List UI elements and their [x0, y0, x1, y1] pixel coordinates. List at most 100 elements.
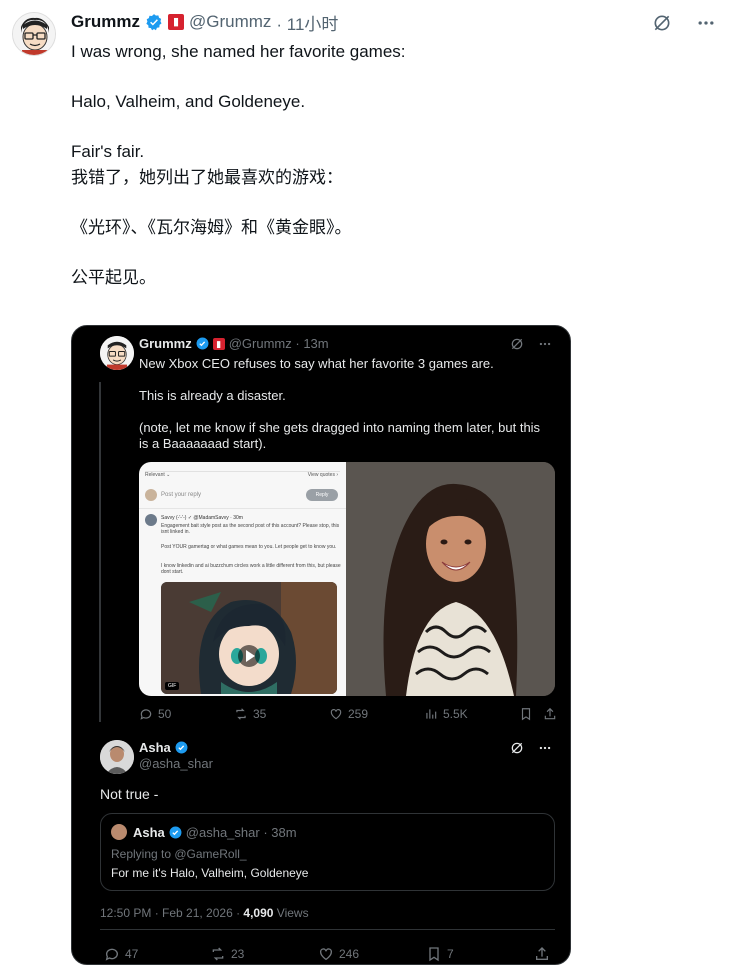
gif-thumbnail: GIF: [161, 582, 337, 694]
tweet-text-line-translated: 公平起见。: [71, 268, 156, 287]
tweet-text-line: New Xbox CEO refuses to say what her fav…: [139, 356, 494, 371]
tweet-top-actions: [510, 337, 552, 351]
tweet-text-line: (note, let me know if she gets dragged i…: [139, 420, 541, 451]
post-meta: 12:50 PM · Feb 21, 2026 · 4,090 Views: [100, 906, 309, 920]
author-name[interactable]: Grummz: [139, 336, 192, 351]
author-handle: @asha_shar · 38m: [185, 825, 297, 840]
view-count: 4,090: [243, 906, 274, 920]
repost-icon: [236, 708, 246, 720]
avatar[interactable]: [100, 740, 134, 774]
quoted-tweet-text: For me it's Halo, Valheim, Goldeneye: [111, 866, 309, 880]
like-count: 246: [339, 947, 360, 961]
reply-author: Savvy (-'ᵕ'-) ✓ @MadamSavvy · 30m: [161, 515, 243, 521]
reply-icon: [140, 709, 152, 720]
media-screenshot[interactable]: Relevant ⌄ View quotes › Post your reply…: [139, 462, 346, 696]
reply-icon: [105, 948, 118, 961]
author-name[interactable]: Asha: [139, 740, 171, 755]
thread-line: [99, 382, 101, 722]
repost-count: 35: [253, 707, 267, 721]
like-icon: [330, 709, 342, 720]
flag-icon: ▮: [167, 14, 184, 30]
share-icon[interactable]: [543, 707, 557, 721]
author-handle[interactable]: @asha_shar: [139, 756, 213, 771]
reply-text: I know linkedin and ai buzzchum circles …: [161, 563, 341, 575]
quoted-tweet-header: Asha @asha_shar · 38m: [133, 825, 297, 840]
author-name: Asha: [133, 825, 165, 840]
grok-icon[interactable]: [651, 12, 673, 34]
reply-text: Post YOUR gamertag or what games mean to…: [161, 544, 337, 550]
views-icon: [426, 709, 437, 719]
like-button[interactable]: 259: [329, 707, 424, 721]
tweet-header: Grummz ▮ @Grummz · 11小时: [71, 10, 338, 34]
view-label: Views: [273, 906, 309, 920]
bookmark-icon[interactable]: [519, 707, 533, 721]
avatar[interactable]: [100, 336, 134, 370]
view-quotes-link: View quotes ›: [307, 472, 338, 478]
repost-count: 23: [231, 947, 245, 961]
author-handle[interactable]: @Grummz: [189, 12, 271, 32]
like-button[interactable]: 246: [318, 946, 426, 962]
relevant-label: Relevant ⌄: [145, 472, 171, 478]
like-count: 259: [348, 707, 369, 721]
portrait-photo: [346, 462, 555, 696]
tweet-top-actions: [651, 12, 717, 34]
reply-text: Engagement bait style post as the second…: [161, 523, 340, 535]
post-time[interactable]: · 11小时: [276, 10, 338, 35]
tweet-text-line: Halo, Valheim, and Goldeneye.: [71, 92, 306, 111]
repost-button[interactable]: 23: [210, 946, 318, 962]
avatar: [111, 824, 127, 840]
verified-badge-icon: [146, 14, 162, 31]
avatar-illustration: [13, 13, 55, 55]
grok-icon[interactable]: [510, 337, 524, 351]
embedded-screenshot[interactable]: Grummz ▮ @Grummz · 13m New Xbox CEO refu…: [71, 325, 571, 965]
tweet-actions: 50 35 259 5.5K: [139, 707, 557, 721]
share-icon[interactable]: [534, 946, 550, 962]
bookmark-button[interactable]: 7: [426, 946, 534, 962]
tweet-header: Grummz ▮ @Grummz · 13m: [139, 336, 329, 351]
media-photo[interactable]: [346, 462, 555, 696]
tweet-text-line-translated: 《光环》、《瓦尔海姆》和《黄金眼》。: [71, 218, 352, 237]
tweet-text-line-translated: 我错了，她列出了她最喜欢的游戏：: [71, 168, 343, 187]
tweet-actions: 47 23 246 7: [104, 946, 554, 962]
tweet-text-line: This is already a disaster.: [139, 388, 286, 403]
reply-count: 50: [158, 707, 172, 721]
grok-icon[interactable]: [510, 741, 524, 755]
bookmark-icon: [429, 947, 439, 962]
like-icon: [320, 948, 332, 961]
reply-button: Reply: [306, 489, 338, 501]
reply-count: 47: [125, 947, 139, 961]
tweet-handle-row: @asha_shar: [139, 756, 213, 771]
author-handle[interactable]: @Grummz · 13m: [229, 336, 329, 351]
tweet-text-line: Fair's fair.: [71, 142, 145, 161]
tweet-media[interactable]: Relevant ⌄ View quotes › Post your reply…: [139, 462, 555, 696]
views-button[interactable]: 5.5K: [424, 707, 519, 721]
reply-button[interactable]: 50: [139, 707, 234, 721]
avatar-illustration: [100, 336, 134, 370]
post-timestamp[interactable]: 12:50 PM · Feb 21, 2026 ·: [100, 906, 243, 920]
tweet-body: I was wrong, she named her favorite game…: [71, 40, 691, 290]
more-icon[interactable]: [538, 337, 552, 351]
verified-badge-icon: [196, 337, 209, 350]
repost-icon: [212, 947, 224, 961]
repost-button[interactable]: 35: [234, 707, 329, 721]
avatar: [145, 489, 157, 501]
tweet-text-line: I was wrong, she named her favorite game…: [71, 42, 406, 61]
tweet-top-actions: [510, 741, 552, 755]
tweet-text-line: Not true -: [100, 786, 159, 802]
more-icon[interactable]: [695, 12, 717, 34]
views-count: 5.5K: [443, 707, 468, 721]
tweet-header: Asha: [139, 740, 188, 755]
quoted-tweet[interactable]: Asha @asha_shar · 38m Replying to @GameR…: [100, 813, 555, 891]
avatar-illustration: [100, 740, 134, 774]
gif-badge: GIF: [165, 682, 180, 690]
reply-button[interactable]: 47: [104, 946, 210, 962]
more-icon[interactable]: [538, 741, 552, 755]
author-name[interactable]: Grummz: [71, 12, 140, 32]
replying-to: Replying to @GameRoll_: [111, 847, 247, 861]
flag-icon: ▮: [212, 337, 225, 350]
verified-badge-icon: [175, 741, 188, 754]
avatar[interactable]: [12, 12, 56, 56]
verified-badge-icon: [169, 826, 182, 839]
bookmark-count: 7: [447, 947, 454, 961]
reply-placeholder: Post your reply: [161, 492, 202, 498]
